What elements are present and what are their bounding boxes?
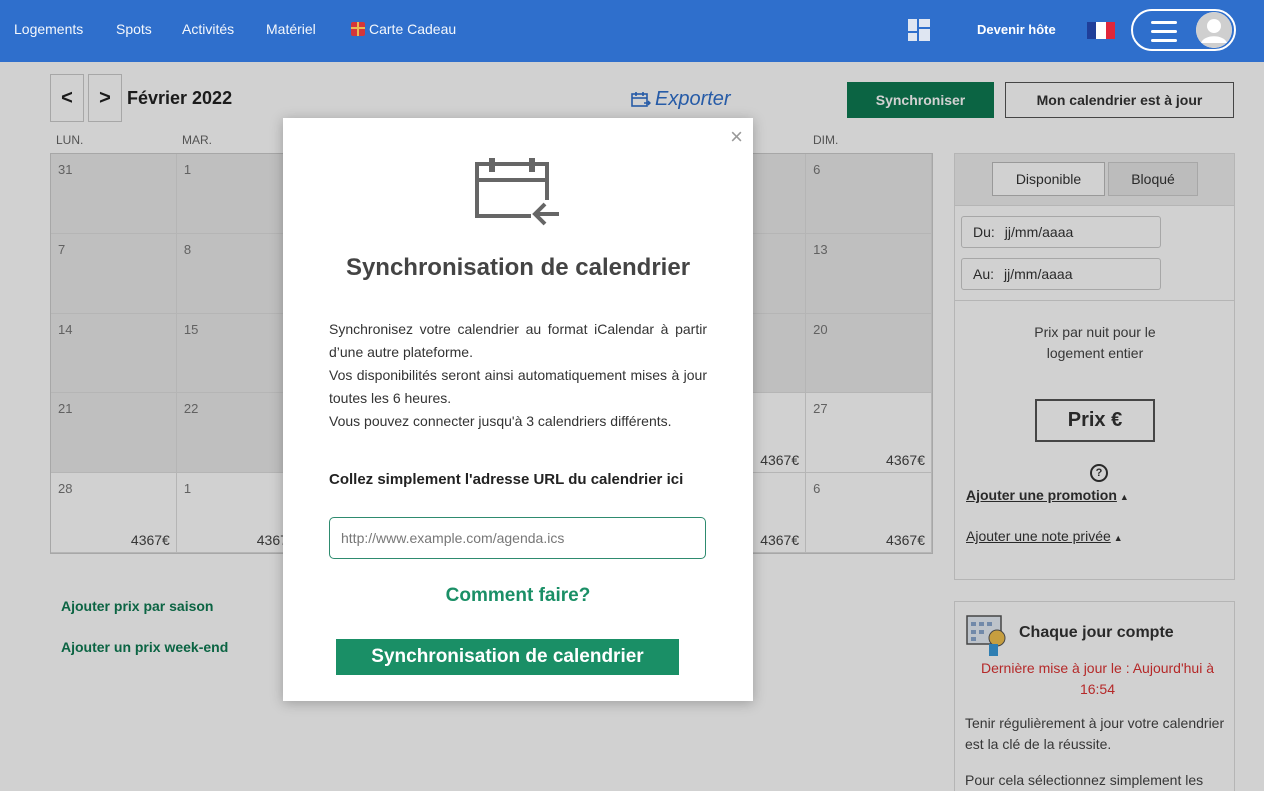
- hamburger-icon: [1151, 21, 1177, 42]
- nav-activites[interactable]: Activités: [182, 21, 234, 37]
- url-field-label: Collez simplement l'adresse URL du calen…: [329, 471, 684, 488]
- calendar-import-icon: [475, 158, 561, 226]
- avatar-icon: [1196, 12, 1232, 48]
- nav-materiel[interactable]: Matériel: [266, 21, 316, 37]
- modal-description-line-2: Vos disponibilités seront ainsi automati…: [329, 367, 707, 406]
- sync-calendar-submit-button[interactable]: Synchronisation de calendrier: [336, 639, 679, 675]
- close-icon[interactable]: ×: [730, 124, 743, 150]
- dashboard-icon[interactable]: [908, 19, 930, 41]
- nav-carte-cadeau[interactable]: Carte Cadeau: [351, 21, 456, 37]
- sync-calendar-modal: × Synchronisation de calendrier Synchron…: [283, 118, 753, 701]
- nav-logements[interactable]: Logements: [14, 21, 83, 37]
- modal-description-line-3: Vous pouvez connecter jusqu'à 3 calendri…: [329, 413, 672, 429]
- gift-icon: [351, 22, 365, 36]
- top-navbar: Logements Spots Activités Matériel Carte…: [0, 0, 1264, 62]
- how-to-link[interactable]: Comment faire?: [283, 585, 753, 607]
- nav-carte-cadeau-label: Carte Cadeau: [369, 21, 457, 37]
- calendar-url-input[interactable]: http://www.example.com/agenda.ics: [329, 517, 706, 559]
- modal-description-line-1: Synchronisez votre calendrier au format …: [329, 321, 707, 360]
- become-host-link[interactable]: Devenir hôte: [977, 22, 1056, 37]
- french-flag-icon[interactable]: [1087, 22, 1115, 39]
- modal-title: Synchronisation de calendrier: [345, 254, 691, 281]
- modal-description: Synchronisez votre calendrier au format …: [329, 318, 707, 433]
- user-menu-button[interactable]: [1131, 9, 1236, 51]
- nav-spots[interactable]: Spots: [116, 21, 152, 37]
